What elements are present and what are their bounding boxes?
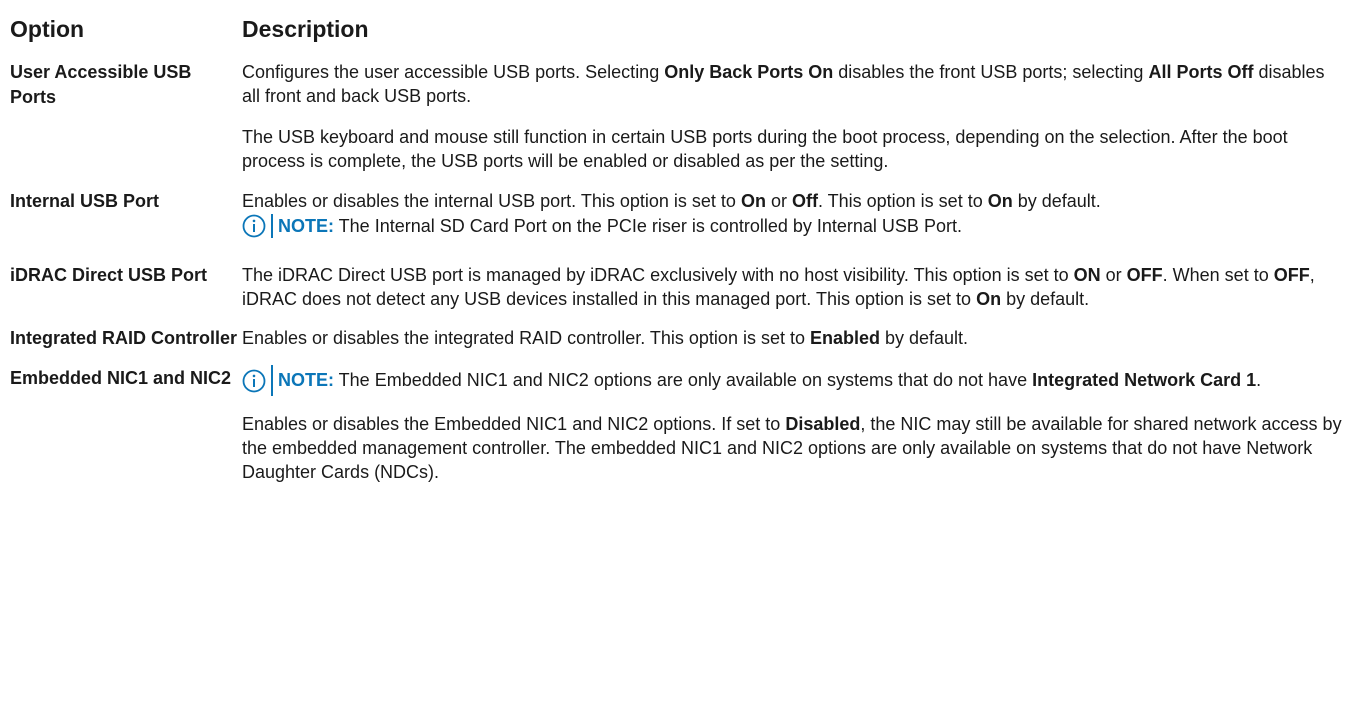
table-row: Integrated RAID Controller Enables or di… — [10, 326, 1365, 351]
paragraph: The USB keyboard and mouse still functio… — [242, 127, 1288, 171]
text: . When set to — [1162, 265, 1274, 285]
paragraph: Enables or disables the internal USB por… — [242, 189, 1342, 213]
text: Enables or disables the integrated RAID … — [242, 328, 810, 348]
bold-text: On — [976, 289, 1002, 309]
info-icon — [242, 214, 266, 238]
description-embedded-nic1-and-nic2: NOTE: The Embedded NIC1 and NIC2 options… — [242, 365, 1342, 484]
info-icon — [242, 369, 266, 393]
bold-text: Disabled — [785, 414, 861, 434]
text: The Embedded NIC1 and NIC2 options are o… — [334, 370, 1033, 390]
option-user-accessible-usb-ports: User Accessible USB Ports — [10, 62, 192, 107]
text: by default. — [1001, 289, 1090, 309]
table-row: User Accessible USB Ports Configures the… — [10, 60, 1365, 173]
bold-text: Off — [791, 191, 818, 211]
text: The iDRAC Direct USB port is managed by … — [242, 265, 1074, 285]
note-text: NOTE: The Internal SD Card Port on the P… — [271, 214, 962, 238]
text: by default. — [1012, 191, 1101, 211]
description-internal-usb-port: Enables or disables the internal USB por… — [242, 189, 1342, 238]
option-integrated-raid-controller: Integrated RAID Controller — [10, 328, 238, 348]
table-row: iDRAC Direct USB Port The iDRAC Direct U… — [10, 263, 1365, 311]
bold-text: Only Back Ports On — [664, 62, 834, 82]
description-user-accessible-usb-ports: Configures the user accessible USB ports… — [242, 60, 1342, 173]
text: Configures the user accessible USB ports… — [242, 62, 665, 82]
note: NOTE: The Internal SD Card Port on the P… — [242, 214, 1342, 238]
bold-text: On — [740, 191, 766, 211]
note-label: NOTE: — [278, 216, 334, 236]
note-text: NOTE: The Embedded NIC1 and NIC2 options… — [271, 365, 1261, 396]
option-idrac-direct-usb-port: iDRAC Direct USB Port — [10, 265, 208, 285]
option-internal-usb-port: Internal USB Port — [10, 191, 160, 211]
description-idrac-direct-usb-port: The iDRAC Direct USB port is managed by … — [242, 263, 1342, 311]
paragraph: Configures the user accessible USB ports… — [242, 60, 1342, 108]
bold-text: Enabled — [809, 328, 880, 348]
bold-text: OFF — [1273, 265, 1310, 285]
text: by default. — [880, 328, 969, 348]
header-description: Description — [242, 16, 369, 42]
bold-text: ON — [1073, 265, 1101, 285]
header-option: Option — [10, 16, 85, 42]
text: or — [765, 191, 792, 211]
table-header: Option Description — [10, 14, 1365, 44]
bold-text: Integrated Network Card 1 — [1032, 370, 1257, 390]
table-row: Internal USB Port Enables or disables th… — [10, 189, 1365, 238]
text: or — [1100, 265, 1127, 285]
bold-text: On — [987, 191, 1013, 211]
bold-text: All Ports Off — [1148, 62, 1254, 82]
text: The Internal SD Card Port on the PCIe ri… — [334, 216, 962, 236]
document-page: Option Description User Accessible USB P… — [0, 0, 1365, 715]
paragraph: The iDRAC Direct USB port is managed by … — [242, 263, 1342, 311]
paragraph: Enables or disables the integrated RAID … — [242, 326, 1342, 350]
text: disables the front USB ports; selecting — [833, 62, 1149, 82]
paragraph: Enables or disables the Embedded NIC1 an… — [242, 412, 1342, 484]
table-row: Embedded NIC1 and NIC2 NOTE: The Embedde… — [10, 365, 1365, 484]
text: . This option is set to — [817, 191, 988, 211]
note: NOTE: The Embedded NIC1 and NIC2 options… — [242, 365, 1342, 396]
note-label: NOTE: — [278, 370, 334, 390]
description-integrated-raid-controller: Enables or disables the integrated RAID … — [242, 326, 1342, 350]
option-embedded-nic1-and-nic2: Embedded NIC1 and NIC2 — [10, 368, 232, 388]
text: . — [1256, 370, 1262, 390]
bold-text: OFF — [1126, 265, 1163, 285]
text: Enables or disables the internal USB por… — [242, 191, 741, 211]
text: Enables or disables the Embedded NIC1 an… — [242, 414, 786, 434]
